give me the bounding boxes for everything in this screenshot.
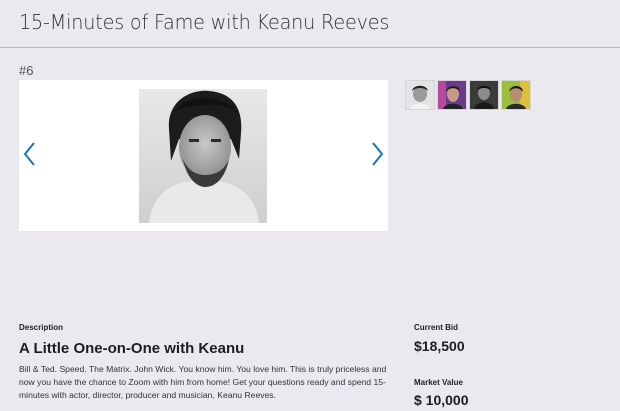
chevron-right-icon — [372, 142, 384, 166]
thumbnail-strip — [405, 80, 531, 110]
description-label: Description — [19, 323, 64, 332]
market-value-label: Market Value — [414, 378, 463, 387]
thumbnail-3[interactable] — [469, 80, 499, 110]
page-title: 15-Minutes of Fame with Keanu Reeves — [19, 10, 390, 34]
thumbnail-4[interactable] — [501, 80, 531, 110]
carousel-prev-button[interactable] — [22, 140, 38, 168]
item-description: Bill & Ted. Speed. The Matrix. John Wick… — [19, 364, 387, 400]
carousel-next-button[interactable] — [369, 140, 385, 168]
chevron-left-icon — [23, 142, 35, 166]
thumbnail-2[interactable] — [437, 80, 467, 110]
title-divider — [0, 47, 620, 48]
thumbnail-1[interactable] — [405, 80, 435, 110]
current-bid-value: $18,500 — [414, 338, 465, 354]
portrait-image — [139, 89, 267, 223]
image-carousel — [19, 80, 388, 231]
market-value-value: $ 10,000 — [414, 392, 469, 408]
lot-number: #6 — [19, 63, 34, 78]
item-title: A Little One-on-One with Keanu — [19, 340, 245, 357]
main-photo — [139, 89, 267, 223]
current-bid-label: Current Bid — [414, 323, 458, 332]
